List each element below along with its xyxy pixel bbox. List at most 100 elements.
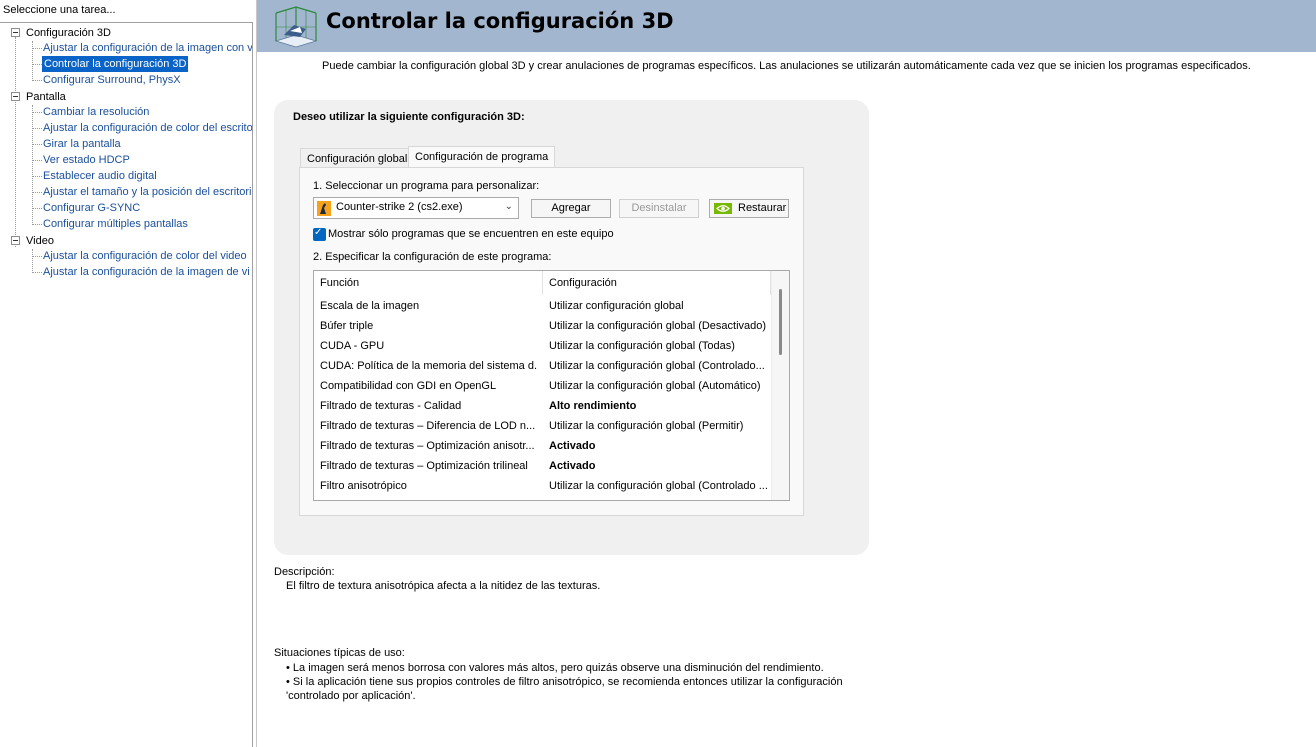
table-row[interactable]: Escala de la imagen Utilizar configuració… [314,296,772,316]
tree-line [33,80,42,81]
tree-item-digital-audio[interactable]: Establecer audio digital [43,168,157,184]
table-row[interactable]: Filtrado de texturas - Calidad Alto rendi… [314,396,772,416]
row-function: Filtrado de texturas - Calidad [320,400,462,412]
page-title: Controlar la configuración 3D [326,9,674,33]
tree-line [33,128,42,129]
tree-line [32,41,33,81]
program-settings-panel: 1. Seleccionar un programa para personal… [299,167,804,516]
row-function: Filtrado de texturas – Optimización anis… [320,440,535,452]
specify-settings-label: 2. Especificar la configuración de este … [313,251,552,263]
show-only-checkbox[interactable]: ✓ [313,227,326,241]
tree-item-desktop-color[interactable]: Ajustar la configuración de color del es… [43,120,252,136]
counter-strike-icon [317,201,331,216]
row-setting[interactable]: Utilizar la configuración global (Desact… [549,316,769,336]
tree-line [33,160,42,161]
tree-item-gsync[interactable]: Configurar G-SYNC [43,200,140,216]
tree-line [33,208,42,209]
table-row[interactable]: Búfer triple Utilizar la configuración gl… [314,316,772,336]
table-row[interactable]: CUDA - GPU Utilizar la configuración glob… [314,336,772,356]
tree-line [33,144,42,145]
row-function: CUDA: Política de la memoria del sistema… [320,360,538,372]
row-function: CUDA - GPU [320,340,385,352]
collapse-icon[interactable] [11,28,20,37]
tree-line [33,256,42,257]
tree-line [33,192,42,193]
tree-line [33,224,42,225]
tab-program-settings[interactable]: Configuración de programa [408,146,556,169]
tree-line [32,249,33,273]
tree-group-video[interactable]: Video [26,233,54,249]
row-setting[interactable]: Utilizar configuración global [549,296,769,316]
uninstall-button[interactable]: Desinstalar [619,199,699,218]
tab-global-settings[interactable]: Configuración global [300,148,415,169]
row-setting[interactable]: Activado [549,436,769,456]
table-row[interactable]: Filtro anisotrópico Utilizar la configura… [314,476,772,496]
row-function: Filtrado de texturas – Diferencia de LOD… [320,420,536,432]
table-scrollbar[interactable] [771,271,789,500]
row-setting[interactable]: Utilizar la configuración global (Permit… [549,416,769,436]
usage-bullet: • La imagen será menos borrosa con valor… [286,662,824,674]
restore-button-label: Restaurar [738,202,787,214]
table-row[interactable]: Filtrado de texturas – Optimización anis… [314,436,772,456]
tree-line [32,105,33,225]
task-sidebar: Seleccione una tarea... Configuración 3D… [0,0,253,747]
collapse-icon[interactable] [11,236,20,245]
collapse-icon[interactable] [11,92,20,101]
config-heading: Deseo utilizar la siguiente configuració… [293,111,525,123]
tree-line [15,37,16,247]
tree-item-image-settings[interactable]: Ajustar la configuración de la imagen co… [43,40,252,56]
tree-item-desktop-size[interactable]: Ajustar el tamaño y la posición del escr… [43,184,251,200]
settings-table[interactable]: Función Configuración Escala de la image… [313,270,790,501]
row-setting[interactable]: Activado [549,456,769,476]
intro-text: Puede cambiar la configuración global 3D… [322,60,1251,72]
3d-cube-icon [270,5,322,48]
select-program-label: 1. Seleccionar un programa para personal… [313,180,540,192]
tree-item-resolution[interactable]: Cambiar la resolución [43,104,149,120]
usage-bullet-continuation: 'controlado por aplicación'. [286,690,416,702]
tree-line [33,272,42,273]
table-row[interactable]: CUDA: Política de la memoria del sistema… [314,356,772,376]
row-setting[interactable]: Utilizar la configuración global (Automá… [549,376,769,396]
description-text: El filtro de textura anisotrópica afecta… [286,580,601,592]
checkmark-icon: ✓ [314,227,323,238]
row-function: Compatibilidad con GDI en OpenGL [320,380,497,392]
program-dropdown[interactable]: Counter-strike 2 (cs2.exe) ⌄ [313,197,519,219]
column-header-setting[interactable]: Configuración [543,271,771,295]
row-setting[interactable]: Utilizar la configuración global (Todas) [549,336,769,356]
nvidia-logo-icon [714,203,732,214]
row-function: Filtrado de texturas – Optimización tril… [320,460,528,472]
scrollbar-thumb[interactable] [779,289,782,355]
tree-group-display[interactable]: Pantalla [26,89,66,105]
restore-button[interactable]: Restaurar [709,199,789,218]
tree-item-hdcp[interactable]: Ver estado HDCP [43,152,130,168]
tree-item-rotate[interactable]: Girar la pantalla [43,136,121,152]
tree-item-video-color[interactable]: Ajustar la configuración de color del vi… [43,248,247,264]
sidebar-title: Seleccione una tarea... [3,4,116,16]
table-row[interactable]: Filtrado de texturas – Optimización tril… [314,456,772,476]
content-pane: Controlar la configuración 3D Puede camb… [256,0,1316,747]
column-header-function[interactable]: Función [314,271,543,295]
row-setting[interactable]: Utilizar la configuración global (Contro… [549,356,769,376]
tree-line [33,112,42,113]
add-button[interactable]: Agregar [531,199,611,218]
table-row[interactable]: Compatibilidad con GDI en OpenGL Utilizar… [314,376,772,396]
row-function: Escala de la imagen [320,300,420,312]
tree-item-manage-3d[interactable]: Controlar la configuración 3D [42,56,189,72]
tree-item-multiple-displays[interactable]: Configurar múltiples pantallas [43,216,188,232]
row-function: Búfer triple [320,320,374,332]
row-setting[interactable]: Utilizar la configuración global (Contro… [549,476,769,496]
page-header: Controlar la configuración 3D [257,0,1316,52]
config-group: Deseo utilizar la siguiente configuració… [274,100,869,555]
usage-label: Situaciones típicas de uso: [274,647,405,659]
table-row[interactable]: Filtrado de texturas – Diferencia de LOD… [314,416,772,436]
description-label: Descripción: [274,566,335,578]
tree-line [33,176,42,177]
tree-item-video-image[interactable]: Ajustar la configuración de la imagen de… [43,264,250,280]
row-setting[interactable]: Alto rendimiento [549,396,769,416]
tree-item-surround-physx[interactable]: Configurar Surround, PhysX [43,72,181,88]
show-only-label[interactable]: Mostrar sólo programas que se encuentren… [328,228,614,240]
tree-group-3d[interactable]: Configuración 3D [26,25,111,41]
usage-bullet: • Si la aplicación tiene sus propios con… [286,676,843,688]
task-tree[interactable]: Configuración 3D Ajustar la configuració… [0,22,253,747]
tree-line [33,48,42,49]
